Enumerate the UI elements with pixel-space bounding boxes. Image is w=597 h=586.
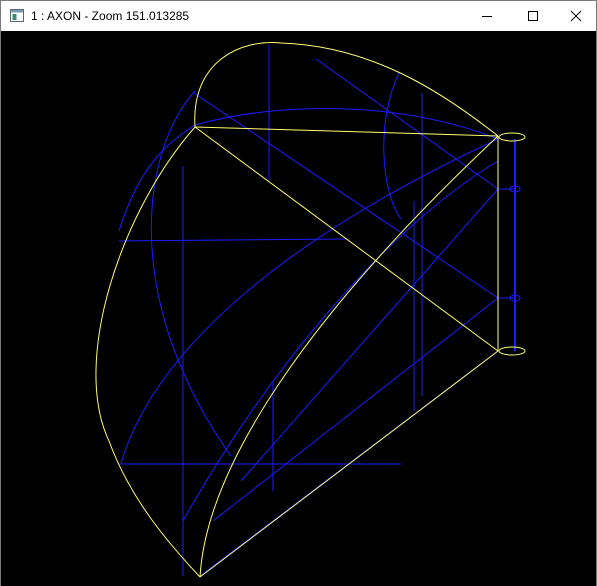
close-button[interactable] xyxy=(553,1,597,31)
close-icon xyxy=(570,10,582,22)
axon-viewport[interactable] xyxy=(1,31,596,586)
title-bar[interactable]: 1 : AXON - Zoom 151.013285 xyxy=(1,1,596,31)
cad-window: 1 : AXON - Zoom 151.013285 xyxy=(0,0,597,586)
blue-wireframe xyxy=(118,45,521,577)
maximize-button[interactable] xyxy=(510,1,556,31)
minimize-icon xyxy=(482,16,492,17)
window-title: 1 : AXON - Zoom 151.013285 xyxy=(31,9,190,23)
app-window-icon[interactable] xyxy=(10,9,24,22)
yellow-outline xyxy=(95,42,526,578)
minimize-button[interactable] xyxy=(464,1,510,31)
maximize-icon xyxy=(528,11,538,21)
